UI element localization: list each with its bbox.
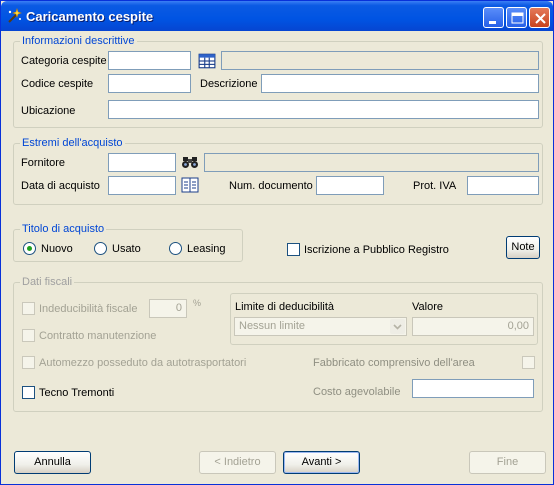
fornitore-input[interactable] xyxy=(108,153,176,172)
indeducibilita-label: Indeducibilità fiscale xyxy=(39,303,138,315)
indeducibilita-input[interactable]: 0 xyxy=(149,299,187,318)
costo-agevolabile-input[interactable] xyxy=(412,379,534,398)
checkbox-fabbricato[interactable] xyxy=(522,356,535,369)
limite-select[interactable]: Nessun limite xyxy=(234,317,407,336)
radio-usato[interactable] xyxy=(94,242,107,255)
maximize-button[interactable] xyxy=(506,7,527,28)
descrizione-label: Descrizione xyxy=(200,78,258,90)
prot-iva-label: Prot. IVA xyxy=(413,180,457,192)
title-bar[interactable]: Caricamento cespite xyxy=(1,1,553,31)
codice-cespite-label: Codice cespite xyxy=(21,78,94,90)
tecno-tremonti-label[interactable]: Tecno Tremonti xyxy=(39,386,114,400)
close-icon xyxy=(535,13,546,24)
data-acquisto-input[interactable] xyxy=(108,176,176,195)
fine-button[interactable]: Fine xyxy=(469,451,546,474)
radio-selected-dot xyxy=(27,246,32,251)
group-title-informazioni: Informazioni descrittive xyxy=(20,34,137,48)
codice-cespite-input[interactable] xyxy=(108,74,191,93)
minimize-button[interactable] xyxy=(483,7,504,28)
checkbox-contratto-manutenzione[interactable] xyxy=(22,329,35,342)
valore-input[interactable]: 0,00 xyxy=(412,317,534,336)
pubblico-registro-label[interactable]: Iscrizione a Pubblico Registro xyxy=(304,243,449,257)
data-acquisto-label: Data di acquisto xyxy=(21,180,100,192)
calendar-icon[interactable] xyxy=(181,176,199,194)
note-button[interactable]: Note xyxy=(506,236,540,259)
radio-leasing[interactable] xyxy=(169,242,182,255)
checkbox-tecno-tremonti[interactable] xyxy=(22,386,35,399)
categoria-cespite-input[interactable] xyxy=(108,51,191,70)
group-title-dati-fiscali: Dati fiscali xyxy=(20,275,75,289)
num-documento-label: Num. documento xyxy=(229,180,313,192)
checkbox-pubblico-registro[interactable] xyxy=(287,243,300,256)
group-title-estremi: Estremi dell'acquisto xyxy=(20,136,125,150)
binoculars-icon[interactable] xyxy=(181,153,199,171)
categoria-descrizione-display xyxy=(221,51,539,70)
wand-icon xyxy=(8,8,22,23)
num-documento-input[interactable] xyxy=(316,176,384,195)
close-button[interactable] xyxy=(529,7,550,28)
fornitore-ragione-sociale-display xyxy=(204,153,539,172)
percent-sign: % xyxy=(193,298,202,308)
group-title-titolo: Titolo di acquisto xyxy=(20,222,107,236)
annulla-button[interactable]: Annulla xyxy=(14,451,91,474)
chevron-down-icon xyxy=(393,324,402,330)
radio-nuovo[interactable] xyxy=(23,242,36,255)
indietro-button[interactable]: < Indietro xyxy=(199,451,276,474)
fornitore-label: Fornitore xyxy=(21,157,66,169)
categoria-cespite-label: Categoria cespite xyxy=(21,55,107,67)
maximize-icon xyxy=(511,12,524,24)
valore-label: Valore xyxy=(412,301,443,313)
contratto-manutenzione-label: Contratto manutenzione xyxy=(39,330,157,342)
ubicazione-label: Ubicazione xyxy=(21,105,76,117)
prot-iva-input[interactable] xyxy=(467,176,539,195)
ubicazione-input[interactable] xyxy=(108,100,539,119)
avanti-button[interactable]: Avanti > xyxy=(283,451,360,474)
automezzo-label: Automezzo posseduto da autotrasportatori xyxy=(39,357,247,369)
costo-agevolabile-label: Costo agevolabile xyxy=(313,386,401,398)
radio-leasing-label[interactable]: Leasing xyxy=(187,242,226,256)
limite-deducibilita-label: Limite di deducibilità xyxy=(235,301,335,313)
fabbricato-label: Fabbricato comprensivo dell'area xyxy=(313,357,475,369)
radio-usato-label[interactable]: Usato xyxy=(112,242,141,256)
window-title: Caricamento cespite xyxy=(26,9,154,24)
checkbox-automezzo[interactable] xyxy=(22,356,35,369)
descrizione-input[interactable] xyxy=(261,74,539,93)
minimize-icon xyxy=(489,21,496,24)
dialog-window: Caricamento cespite Informazioni descrit… xyxy=(0,0,554,485)
dropdown-arrow[interactable] xyxy=(390,319,405,334)
checkbox-indeducibilita[interactable] xyxy=(22,302,35,315)
radio-nuovo-label[interactable]: Nuovo xyxy=(41,242,73,256)
table-lookup-icon[interactable] xyxy=(198,52,216,70)
